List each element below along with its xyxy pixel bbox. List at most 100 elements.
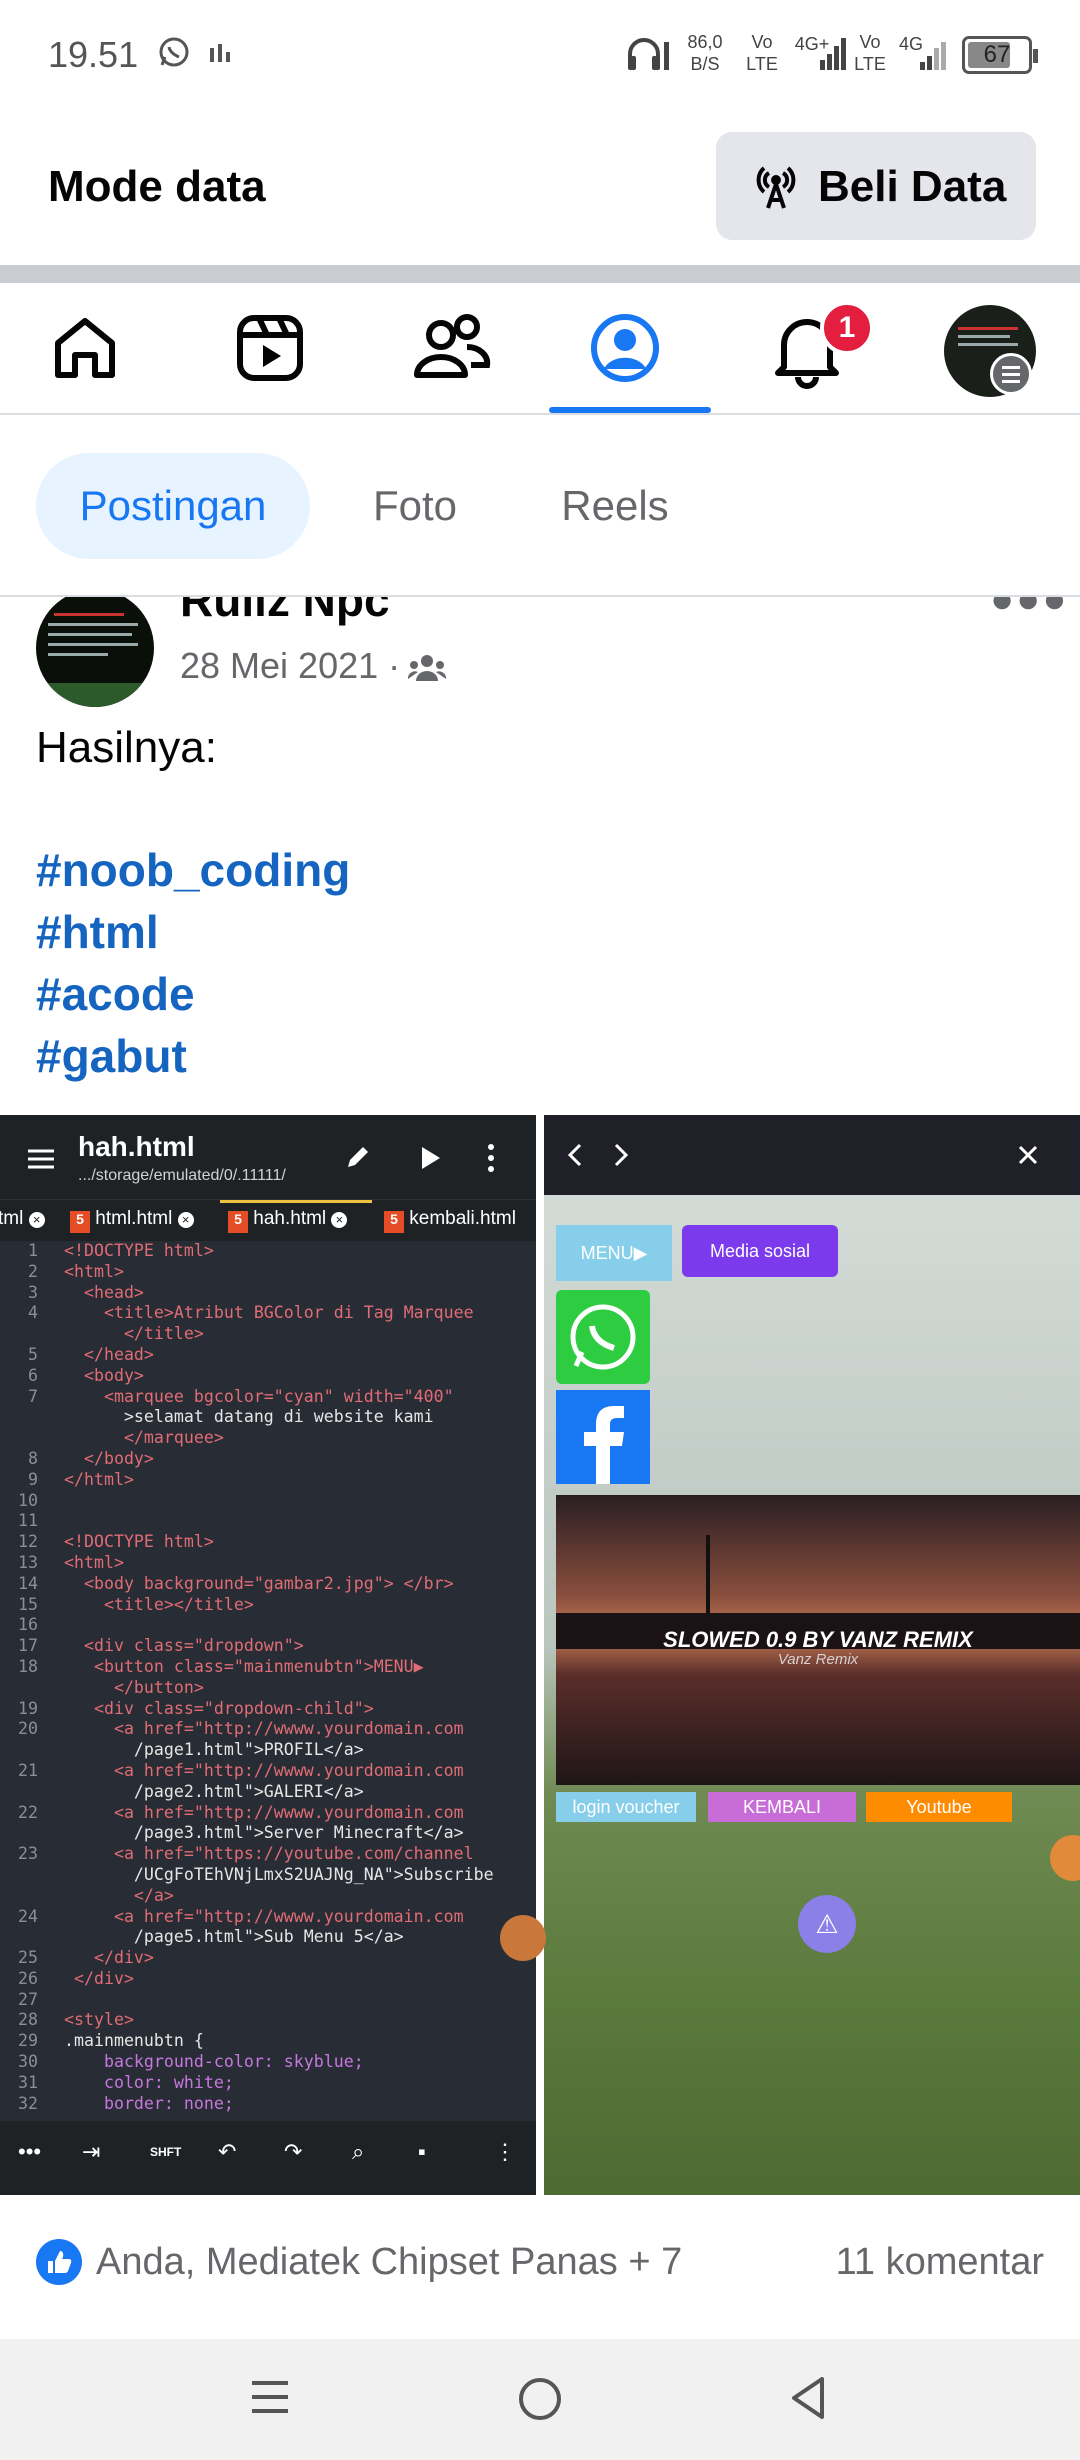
data-mode-title: Mode data	[48, 162, 266, 211]
image-gap	[536, 1115, 544, 2195]
line-number: 1	[28, 1241, 38, 1260]
battery-icon: 67	[962, 36, 1038, 74]
code-text: <!DOCTYPE html>	[64, 1241, 214, 1260]
editor-file-path: .../storage/emulated/0/.11111/	[78, 1167, 286, 1184]
line-number: 9	[28, 1469, 38, 1489]
whatsapp-logo-icon	[556, 1290, 650, 1384]
home-button-icon[interactable]	[516, 2375, 564, 2423]
hashtag-link[interactable]: #noob_coding	[36, 843, 350, 897]
author-avatar[interactable]	[36, 597, 154, 707]
nav-profile[interactable]	[580, 303, 680, 393]
code-line: 18 <button class="mainmenubtn">MENU▶	[0, 1657, 536, 1678]
nav-video[interactable]	[225, 303, 325, 393]
video-icon	[225, 303, 325, 393]
author-name[interactable]: Ruliz Npc	[180, 597, 390, 627]
code-text: <html>	[64, 1552, 124, 1572]
tab-posts[interactable]: Postingan	[36, 453, 310, 559]
back-button-icon[interactable]	[786, 2373, 830, 2423]
edit-pencil-icon	[344, 1143, 372, 1171]
code-text: color: white;	[64, 2072, 234, 2092]
overflow-menu-icon	[486, 1143, 496, 1173]
friends-icon	[405, 303, 505, 393]
editor-tab: 5 kembali.html	[384, 1208, 516, 1233]
tab-photos[interactable]: Foto	[340, 453, 490, 559]
redo-icon: ↷	[284, 2139, 303, 2164]
post-image-code-editor[interactable]: hah.html .../storage/emulated/0/.11111/ …	[0, 1115, 536, 2195]
code-line: /page5.html">Sub Menu 5</a>	[0, 1927, 536, 1948]
more-options-icon[interactable]: ●●●	[990, 597, 1068, 622]
data-mode-bar: Mode data Beli Data	[0, 110, 1080, 265]
code-text: <html>	[64, 1261, 124, 1281]
battery-level: 67	[983, 41, 1011, 68]
code-line: 14 <body background="gambar2.jpg"> </br>	[0, 1574, 536, 1595]
separator	[0, 265, 1080, 283]
code-line: 8 </body>	[0, 1449, 536, 1470]
line-number: 10	[18, 1490, 38, 1510]
nav-home[interactable]	[40, 303, 140, 393]
floating-camera-icon	[1050, 1835, 1080, 1881]
code-line: </button>	[0, 1678, 536, 1699]
post-image-preview[interactable]: MENU▶ Media sosial SLOWED 0.9 BY VANZ RE…	[544, 1115, 1080, 2195]
floating-camera-icon-left	[500, 1915, 546, 1961]
code-line: 23 <a href="https://youtube.com/channel	[0, 1844, 536, 1865]
status-bar: 19.51 86,0 B/S Vo LTE 4G+ Vo LTE 4G 67	[0, 0, 1080, 110]
nav-friends[interactable]	[405, 303, 505, 393]
code-text: <head>	[64, 1282, 144, 1302]
line-number: 28	[18, 2010, 38, 2030]
signal-icon-2	[918, 40, 948, 72]
line-number: 18	[18, 1656, 38, 1676]
code-line: /UCgFoTEhVNjLmxS2UAJNg_NA">Subscribe	[0, 1865, 536, 1886]
line-number: 12	[18, 1532, 38, 1552]
code-text: <body>	[64, 1365, 144, 1385]
editor-file-name: hah.html	[78, 1131, 195, 1162]
code-line: 12 <!DOCTYPE html>	[0, 1532, 536, 1553]
line-number: 13	[18, 1552, 38, 1572]
toolbar-menu-icon: ⋮	[494, 2139, 516, 2164]
code-line: 10	[0, 1491, 536, 1512]
code-line: 29 .mainmenubtn {	[0, 2031, 536, 2052]
code-text: </body>	[64, 1448, 154, 1468]
signal-icon	[818, 36, 848, 72]
run-play-icon	[418, 1145, 442, 1171]
line-number: 30	[18, 2052, 38, 2072]
code-line: 7 <marquee bgcolor="cyan" width="400"	[0, 1387, 536, 1408]
code-line: 5 </head>	[0, 1345, 536, 1366]
code-line: 15 <title></title>	[0, 1595, 536, 1616]
code-text: background-color: skyblue;	[64, 2052, 364, 2072]
reaction-names[interactable]: Anda, Mediatek Chipset Panas + 7	[96, 2241, 682, 2284]
hashtag-link[interactable]: #html	[36, 905, 159, 959]
line-number: 27	[18, 1989, 38, 2009]
comment-count[interactable]: 11 komentar	[836, 2241, 1044, 2284]
code-text: </a>	[64, 1885, 174, 1905]
line-number: 21	[18, 1760, 38, 1780]
code-text: <!DOCTYPE html>	[64, 1532, 214, 1552]
code-line: </title>	[0, 1324, 536, 1345]
line-number: 24	[18, 1906, 38, 1926]
line-number: 31	[18, 2072, 38, 2092]
code-line: 30 background-color: skyblue;	[0, 2052, 536, 2073]
reactions-bar: Anda, Mediatek Chipset Panas + 7 11 kome…	[0, 2197, 1080, 2339]
code-text: </html>	[64, 1469, 134, 1489]
code-line: 24 <a href="http://wwww.yourdomain.com	[0, 1907, 536, 1928]
headset-icon	[624, 34, 670, 74]
buy-data-button[interactable]: Beli Data	[716, 132, 1036, 240]
like-icon	[36, 2239, 82, 2285]
code-text: <a href="https://youtube.com/channel	[64, 1844, 474, 1864]
tab-reels[interactable]: Reels	[530, 453, 700, 559]
sim1-label-bottom: LTE	[746, 54, 778, 74]
editor-tabs: tml × 5 html.html × 5 hah.html × 5 kemba…	[0, 1199, 536, 1241]
html5-icon: 5	[70, 1211, 90, 1233]
html5-icon: 5	[384, 1211, 404, 1233]
code-text: /page2.html">GALERI</a>	[64, 1781, 364, 1801]
hashtag-link[interactable]: #gabut	[36, 1029, 187, 1083]
hashtag-link[interactable]: #acode	[36, 967, 195, 1021]
code-text: </div>	[64, 1948, 154, 1968]
code-text: <style>	[64, 2010, 134, 2030]
preview-body: MENU▶ Media sosial SLOWED 0.9 BY VANZ RE…	[544, 1195, 1080, 2195]
forward-arrow-icon	[612, 1143, 630, 1167]
post-date: 28 Mei 2021 ·	[180, 645, 400, 687]
code-text: <a href="http://wwww.yourdomain.com	[64, 1906, 464, 1926]
menu-icon	[990, 353, 1032, 395]
line-number: 26	[18, 1968, 38, 1988]
recent-apps-icon[interactable]	[248, 2375, 292, 2419]
